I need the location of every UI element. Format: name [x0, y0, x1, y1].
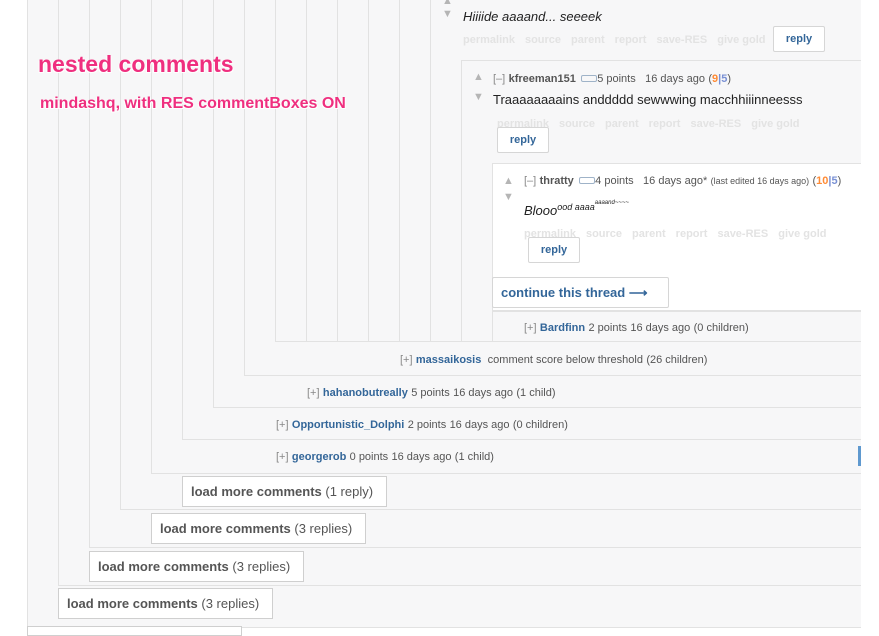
comment-score: 0 points: [349, 451, 389, 463]
reply-button[interactable]: reply: [528, 237, 580, 263]
comment-actions: permalink source parent report save-RES give …: [463, 32, 776, 46]
comment-author[interactable]: Opportunistic_Dolphi: [292, 419, 404, 431]
comment-score: 5 points: [411, 387, 450, 399]
comment-author[interactable]: hahanobutreally: [323, 387, 408, 399]
collapsed-comment[interactable]: [+] hahanobutreally 5 points 16 days ago…: [307, 385, 555, 399]
comment-author[interactable]: massaikosis: [416, 354, 481, 366]
save-link[interactable]: save-RES: [717, 228, 768, 240]
comment-score: 5 points: [597, 73, 636, 85]
comment-time: 16 days ago: [449, 419, 510, 431]
collapsed-comment[interactable]: [+] georgerob 0 points 16 days ago (1 ch…: [276, 449, 494, 463]
comment-time: 16 days ago*: [643, 175, 708, 187]
permalink-link[interactable]: permalink: [463, 34, 515, 46]
source-link[interactable]: source: [586, 228, 622, 240]
vote-breakdown: (10|5): [812, 175, 842, 187]
children-count: (1 child): [454, 451, 494, 463]
comment-score: 2 points: [407, 419, 447, 431]
comment-score: 4 points: [595, 175, 634, 187]
give-gold-link[interactable]: give gold: [717, 34, 765, 46]
expand-toggle[interactable]: [+]: [307, 387, 320, 399]
comment-text: Traaaaaaaains anddddd sewwwing macchhiii…: [493, 92, 803, 107]
give-gold-link[interactable]: give gold: [778, 228, 826, 240]
comment-author[interactable]: kfreeman151: [509, 73, 576, 85]
collapsed-comment[interactable]: [+] massaikosis comment score below thre…: [400, 352, 707, 366]
children-count: (1 child): [516, 387, 556, 399]
comment-time: 16 days ago: [391, 451, 452, 463]
reply-button[interactable]: reply: [497, 127, 549, 153]
children-count: (26 children): [646, 354, 708, 366]
upvote-arrow-icon[interactable]: ▲: [503, 176, 514, 187]
collapsed-comment[interactable]: [+] Opportunistic_Dolphi 2 points 16 day…: [276, 417, 568, 431]
collapsed-comment[interactable]: [+] Bardfinn 2 points 16 days ago (0 chi…: [524, 320, 749, 334]
load-more-comments-button[interactable]: load more comments (3 replies): [58, 588, 273, 619]
parent-link[interactable]: parent: [605, 118, 639, 130]
comment-score: comment score below threshold: [487, 354, 643, 366]
expand-toggle[interactable]: [+]: [276, 451, 289, 463]
children-count: (0 children): [512, 419, 568, 431]
give-gold-link[interactable]: give gold: [751, 118, 799, 130]
save-link[interactable]: save-RES: [656, 34, 707, 46]
downvote-arrow-icon[interactable]: ▼: [442, 9, 453, 20]
children-count: (0 children): [693, 322, 749, 334]
comment-time: 16 days ago: [630, 322, 691, 334]
load-more-comments-button[interactable]: load more comments (3 replies): [151, 513, 366, 544]
edited-note: (last edited 16 days ago): [710, 176, 810, 186]
downvote-arrow-icon[interactable]: ▼: [473, 92, 484, 103]
upvote-arrow-icon[interactable]: ▲: [473, 72, 484, 83]
annotation-title: nested comments: [38, 51, 234, 77]
collapse-toggle[interactable]: [–]: [524, 175, 536, 187]
source-link[interactable]: source: [559, 118, 595, 130]
collapse-toggle[interactable]: [–]: [493, 73, 505, 85]
report-link[interactable]: report: [676, 228, 708, 240]
user-tag-icon[interactable]: [579, 177, 596, 185]
source-link[interactable]: source: [525, 34, 561, 46]
comment-author[interactable]: Bardfinn: [540, 322, 585, 334]
scroll-indicator: [858, 446, 861, 466]
comment-author[interactable]: georgerob: [292, 451, 346, 463]
continue-thread-link[interactable]: continue this thread ⟶: [492, 277, 669, 308]
parent-link[interactable]: parent: [571, 34, 605, 46]
expand-toggle[interactable]: [+]: [400, 354, 413, 366]
report-link[interactable]: report: [649, 118, 681, 130]
comment-author[interactable]: thratty: [540, 175, 574, 187]
save-link[interactable]: save-RES: [690, 118, 741, 130]
downvote-arrow-icon[interactable]: ▼: [503, 192, 514, 203]
load-more-comments-button-partial[interactable]: [27, 626, 242, 636]
comment-score: 2 points: [588, 322, 627, 334]
comment-text: Hiiiide aaaand... seeeek: [463, 9, 602, 24]
vote-breakdown: (9|5): [708, 73, 732, 85]
user-tag-icon[interactable]: [581, 75, 598, 83]
comment-text: Bloooood aaaaaaaand~~~~: [524, 200, 629, 218]
report-link[interactable]: report: [615, 34, 647, 46]
parent-link[interactable]: parent: [632, 228, 666, 240]
comment-time: 16 days ago: [645, 73, 706, 85]
comment-time: 16 days ago: [453, 387, 514, 399]
reply-button[interactable]: reply: [773, 26, 825, 52]
upvote-arrow-icon[interactable]: ▲: [442, 0, 453, 7]
expand-toggle[interactable]: [+]: [276, 419, 289, 431]
comment-tagline: [–] thratty 4 points 16 days ago* (last …: [524, 173, 841, 187]
comment-tagline: [–] kfreeman151 5 points 16 days ago (9|…: [493, 71, 731, 85]
load-more-comments-button[interactable]: load more comments (3 replies): [89, 551, 304, 582]
expand-toggle[interactable]: [+]: [524, 322, 537, 334]
annotation-subtitle: mindashq, with RES commentBoxes ON: [40, 95, 346, 112]
load-more-comments-button[interactable]: load more comments (1 reply): [182, 476, 387, 507]
